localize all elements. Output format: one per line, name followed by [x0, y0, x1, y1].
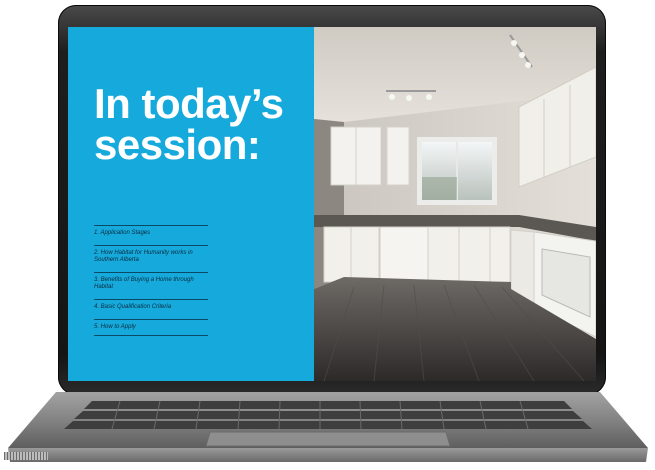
laptop-vent — [4, 452, 48, 460]
keyboard — [64, 401, 592, 429]
touchpad — [205, 431, 451, 447]
laptop-base — [8, 392, 648, 462]
